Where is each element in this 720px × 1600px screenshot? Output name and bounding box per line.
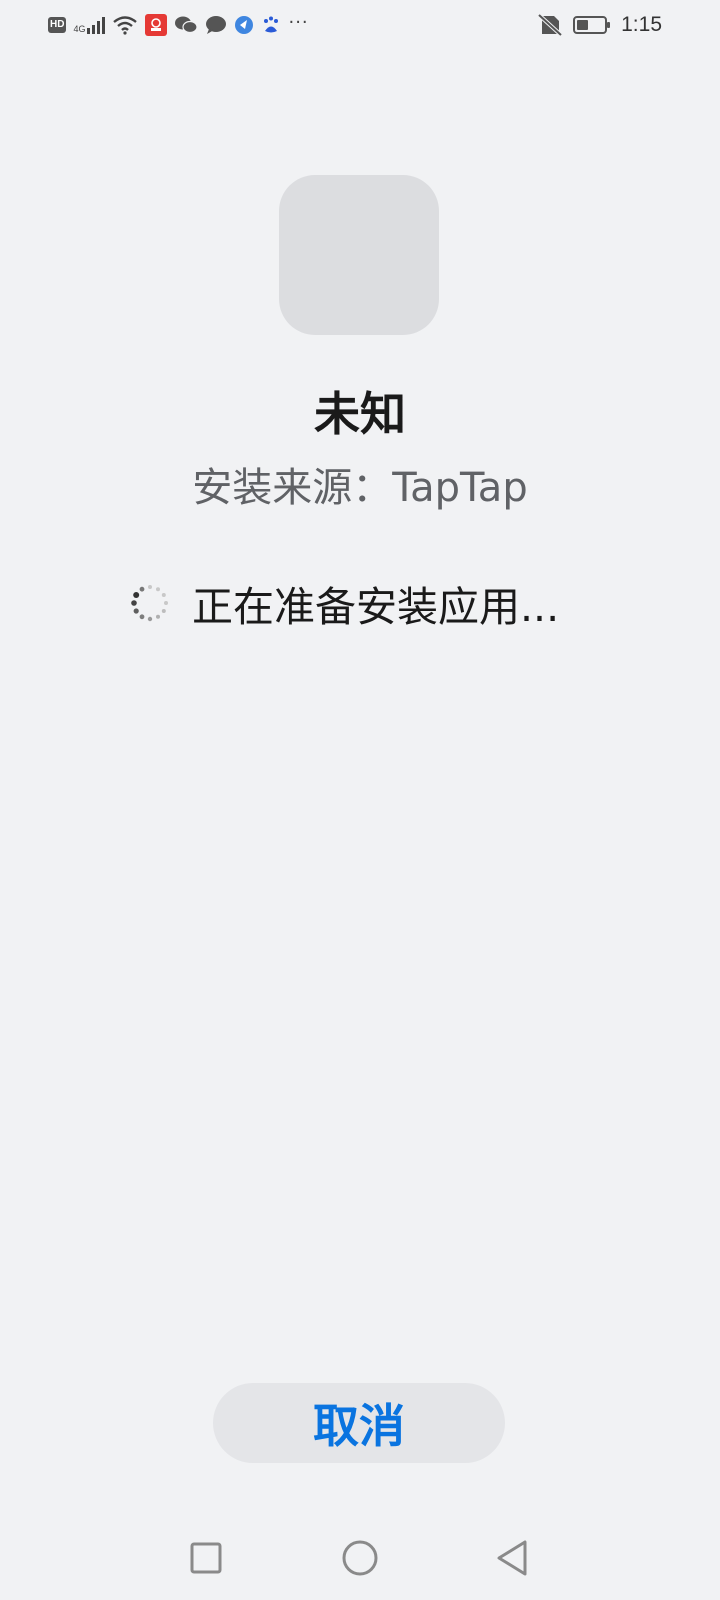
home-button[interactable] (330, 1530, 390, 1590)
recent-apps-icon (189, 1541, 223, 1579)
clock: 1:15 (621, 13, 662, 36)
progress-text: 正在准备安装应用... (192, 583, 560, 631)
back-icon (495, 1539, 529, 1581)
message-icon (205, 15, 227, 35)
install-source: 安装来源：TapTap (192, 465, 528, 511)
home-icon (341, 1539, 379, 1581)
recent-apps-button[interactable] (176, 1530, 236, 1590)
cancel-button[interactable]: 取消 (213, 1383, 505, 1463)
status-bar: HD 4G ··· 1:15 (0, 0, 720, 48)
browser-icon (234, 15, 254, 35)
baidu-icon (261, 15, 281, 35)
network-type-label: 4G (73, 24, 86, 34)
app-icon (279, 175, 439, 335)
more-icon: ··· (288, 11, 309, 33)
back-button[interactable] (482, 1530, 542, 1590)
red-app-icon (145, 14, 168, 36)
wechat-icon (174, 15, 199, 35)
wifi-icon (112, 15, 138, 35)
install-progress: 正在准备安装应用... (130, 578, 559, 631)
system-status-area: 1:15 (537, 12, 662, 38)
notification-area: HD 4G ··· (48, 12, 309, 38)
navigation-bar (0, 1530, 720, 1590)
no-sim-icon (537, 13, 563, 37)
battery-icon (573, 15, 611, 35)
loading-spinner-icon (130, 583, 170, 623)
app-name: 未知 (314, 387, 406, 441)
signal-icon: 4G (73, 16, 106, 34)
hd-icon: HD (48, 17, 67, 33)
